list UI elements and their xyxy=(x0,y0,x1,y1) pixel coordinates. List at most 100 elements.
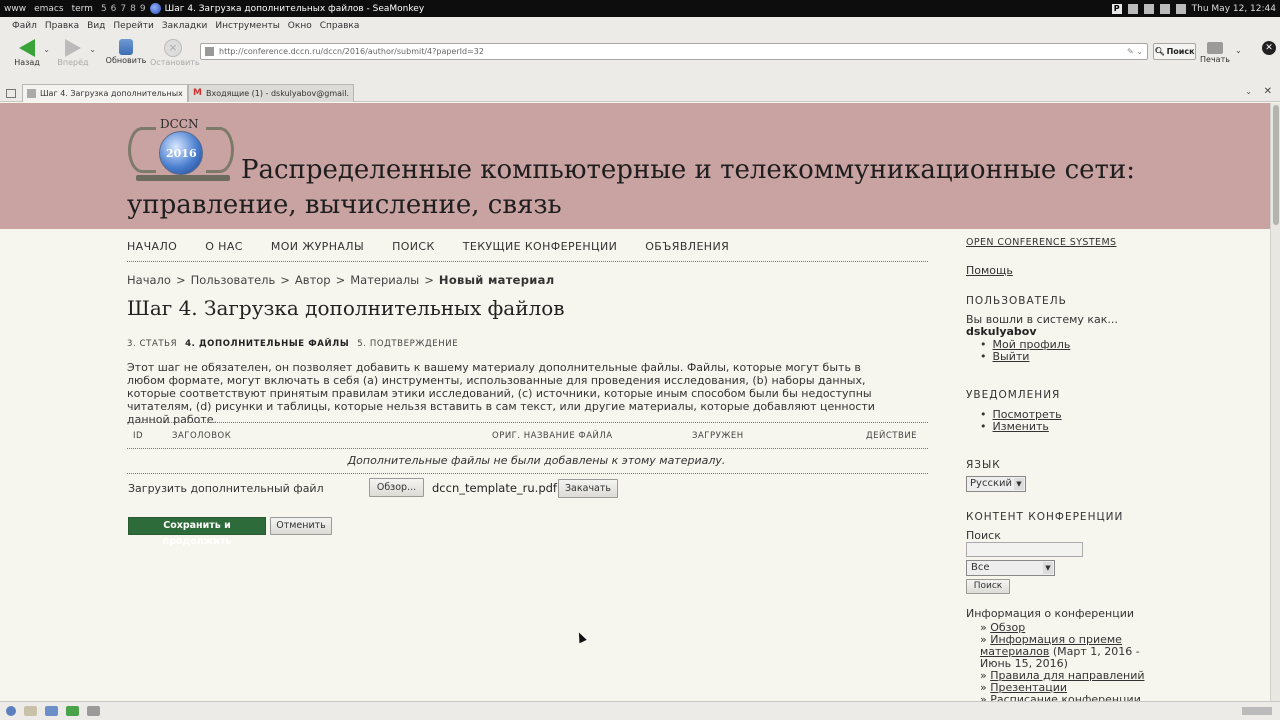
language-selected-value: Русский xyxy=(970,478,1012,489)
conference-info-heading: Информация о конференции xyxy=(966,607,1135,620)
close-tab-icon[interactable]: ✕ xyxy=(1264,86,1272,97)
nav-search[interactable]: ПОИСК xyxy=(392,240,435,253)
breadcrumb-current[interactable]: Новый материал xyxy=(439,273,555,287)
main-navigation: НАЧАЛО О НАС МОИ ЖУРНАЛЫ ПОИСК ТЕКУЩИЕ К… xyxy=(127,240,927,253)
url-dropdown-icon[interactable]: ✎ ⌄ xyxy=(1127,47,1147,56)
menu-bar: Файл Правка Вид Перейти Закладки Инструм… xyxy=(0,17,1280,34)
sidebar-search-input[interactable] xyxy=(966,542,1083,557)
save-and-continue-button[interactable]: Сохранить и продолжить xyxy=(128,517,266,547)
workspace-7[interactable]: 7 xyxy=(120,4,126,14)
tab-current[interactable]: Шаг 4. Загрузка дополнительных фай... xyxy=(22,84,188,102)
page-title: Шаг 4. Загрузка дополнительных файлов xyxy=(127,296,565,320)
browse-button[interactable]: Обзор... xyxy=(369,478,424,497)
manage-notifications-link[interactable]: Изменить xyxy=(993,420,1049,433)
forward-dropdown-icon[interactable]: ⌄ xyxy=(89,45,96,54)
new-tab-icon[interactable] xyxy=(0,84,22,102)
reload-label: Обновить xyxy=(105,56,147,65)
vertical-scrollbar[interactable] xyxy=(1270,103,1280,701)
site-header: DCCN 2016 Распределенные компьютерные и … xyxy=(0,103,1270,229)
forward-button[interactable]: Вперёд ⌄ xyxy=(50,37,96,71)
scrollbar-thumb[interactable] xyxy=(1273,105,1279,225)
navigator-icon[interactable] xyxy=(6,706,16,716)
composer-icon[interactable] xyxy=(45,706,58,716)
schedule-link[interactable]: Расписание конференции xyxy=(990,693,1141,702)
username: dskulyabov xyxy=(966,325,1037,338)
close-window-icon[interactable]: ✕ xyxy=(1262,41,1276,55)
taskbar-item-term[interactable]: term xyxy=(68,4,97,14)
conference-content-heading: КОНТЕНТ КОНФЕРЕНЦИИ xyxy=(966,511,1124,523)
workspace-9[interactable]: 9 xyxy=(140,4,146,14)
breadcrumb-submissions[interactable]: Материалы xyxy=(350,273,419,287)
search-scope-select[interactable]: Все ▼ xyxy=(966,560,1055,576)
address-book-icon[interactable] xyxy=(87,706,100,716)
tray-network-icon[interactable] xyxy=(1143,3,1154,14)
menu-help[interactable]: Справка xyxy=(316,21,364,31)
mouse-cursor-icon xyxy=(575,630,587,644)
url-text[interactable]: http://conference.dccn.ru/dccn/2016/auth… xyxy=(219,47,1122,56)
breadcrumb-user[interactable]: Пользователь xyxy=(191,273,276,287)
menu-tools[interactable]: Инструменты xyxy=(211,21,283,31)
tray-p-icon[interactable]: P xyxy=(1111,3,1122,14)
tab-label: Входящие (1) - dskulyabov@gmail.c... xyxy=(206,89,349,98)
column-title: ЗАГОЛОВОК xyxy=(172,431,232,441)
nav-home[interactable]: НАЧАЛО xyxy=(127,240,177,253)
back-label: Назад xyxy=(14,58,40,67)
workspace-5[interactable]: 5 xyxy=(101,4,107,14)
url-bar[interactable]: http://conference.dccn.ru/dccn/2016/auth… xyxy=(200,43,1148,60)
print-dropdown-icon[interactable]: ⌄ xyxy=(1235,46,1242,55)
menu-file[interactable]: Файл xyxy=(8,21,41,31)
breadcrumb-home[interactable]: Начало xyxy=(127,273,171,287)
tab-list-dropdown-icon[interactable]: ⌄ xyxy=(1245,87,1252,96)
nav-announcements[interactable]: ОБЪЯВЛЕНИЯ xyxy=(645,240,729,253)
nav-current-conferences[interactable]: ТЕКУЩИЕ КОНФЕРЕНЦИИ xyxy=(463,240,618,253)
table-header-row: ID ЗАГОЛОВОК ОРИГ. НАЗВАНИЕ ФАЙЛА ЗАГРУЖ… xyxy=(127,421,928,449)
sidebar-search-button[interactable]: Поиск xyxy=(966,579,1010,594)
selected-file-name[interactable]: dccn_template_ru.pdf xyxy=(432,481,557,495)
tray-display-icon[interactable] xyxy=(1127,3,1138,14)
workspace-switcher[interactable]: 5 6 7 8 9 xyxy=(97,4,150,14)
notifications-heading: УВЕДОМЛЕНИЯ xyxy=(966,389,1061,401)
search-button[interactable]: 🔍︎ Поиск xyxy=(1153,43,1196,60)
clock[interactable]: Thu May 12, 12:44 xyxy=(1192,4,1276,14)
nav-my-journals[interactable]: МОИ ЖУРНАЛЫ xyxy=(271,240,364,253)
list-item: Информация о приеме материалов (Март 1, … xyxy=(980,634,1150,670)
mail-icon[interactable] xyxy=(24,706,37,716)
cancel-button[interactable]: Отменить xyxy=(270,517,332,535)
logout-link[interactable]: Выйти xyxy=(993,350,1030,363)
print-label: Печать xyxy=(1200,55,1230,64)
workspace-8[interactable]: 8 xyxy=(130,4,136,14)
sidebar-search-label: Поиск xyxy=(966,529,1001,542)
workspace-6[interactable]: 6 xyxy=(111,4,117,14)
menu-bookmarks[interactable]: Закладки xyxy=(158,21,212,31)
active-window-title[interactable]: Шаг 4. Загрузка дополнительных файлов - … xyxy=(149,3,424,14)
menu-edit[interactable]: Правка xyxy=(41,21,83,31)
print-button[interactable]: Печать xyxy=(1192,37,1238,71)
tray-volume-icon[interactable] xyxy=(1159,3,1170,14)
chevron-down-icon: ▼ xyxy=(1043,562,1053,574)
tab-gmail[interactable]: M Входящие (1) - dskulyabov@gmail.c... xyxy=(188,84,354,102)
menu-window[interactable]: Окно xyxy=(284,21,316,31)
breadcrumb-author[interactable]: Автор xyxy=(295,273,331,287)
menu-view[interactable]: Вид xyxy=(83,21,109,31)
taskbar-item-emacs[interactable]: emacs xyxy=(30,4,67,14)
help-link[interactable]: Помощь xyxy=(966,264,1013,277)
tray-battery-icon[interactable] xyxy=(1175,3,1186,14)
ocs-link[interactable]: OPEN CONFERENCE SYSTEMS xyxy=(966,237,1116,248)
reload-button[interactable]: Обновить xyxy=(103,37,149,71)
nav-about[interactable]: О НАС xyxy=(205,240,243,253)
step-article[interactable]: 3. СТАТЬЯ xyxy=(127,339,177,349)
stop-button[interactable]: × Остановить xyxy=(150,37,200,71)
site-identity-icon[interactable] xyxy=(205,47,214,56)
menu-go[interactable]: Перейти xyxy=(109,21,158,31)
language-select[interactable]: Русский ▼ xyxy=(966,476,1026,492)
chat-icon[interactable] xyxy=(66,706,79,716)
stop-label: Остановить xyxy=(150,58,200,67)
back-button[interactable]: Назад ⌄ xyxy=(4,37,50,71)
taskbar-item-www[interactable]: www xyxy=(0,4,30,14)
breadcrumb-separator: > xyxy=(280,273,290,287)
back-dropdown-icon[interactable]: ⌄ xyxy=(43,45,50,54)
site-title-line-1: Распределенные компьютерные и телекоммун… xyxy=(241,155,1136,185)
upload-button[interactable]: Закачать xyxy=(558,479,618,498)
step-description: Этот шаг не обязателен, он позволяет доб… xyxy=(127,361,875,426)
seamonkey-icon xyxy=(149,3,161,14)
